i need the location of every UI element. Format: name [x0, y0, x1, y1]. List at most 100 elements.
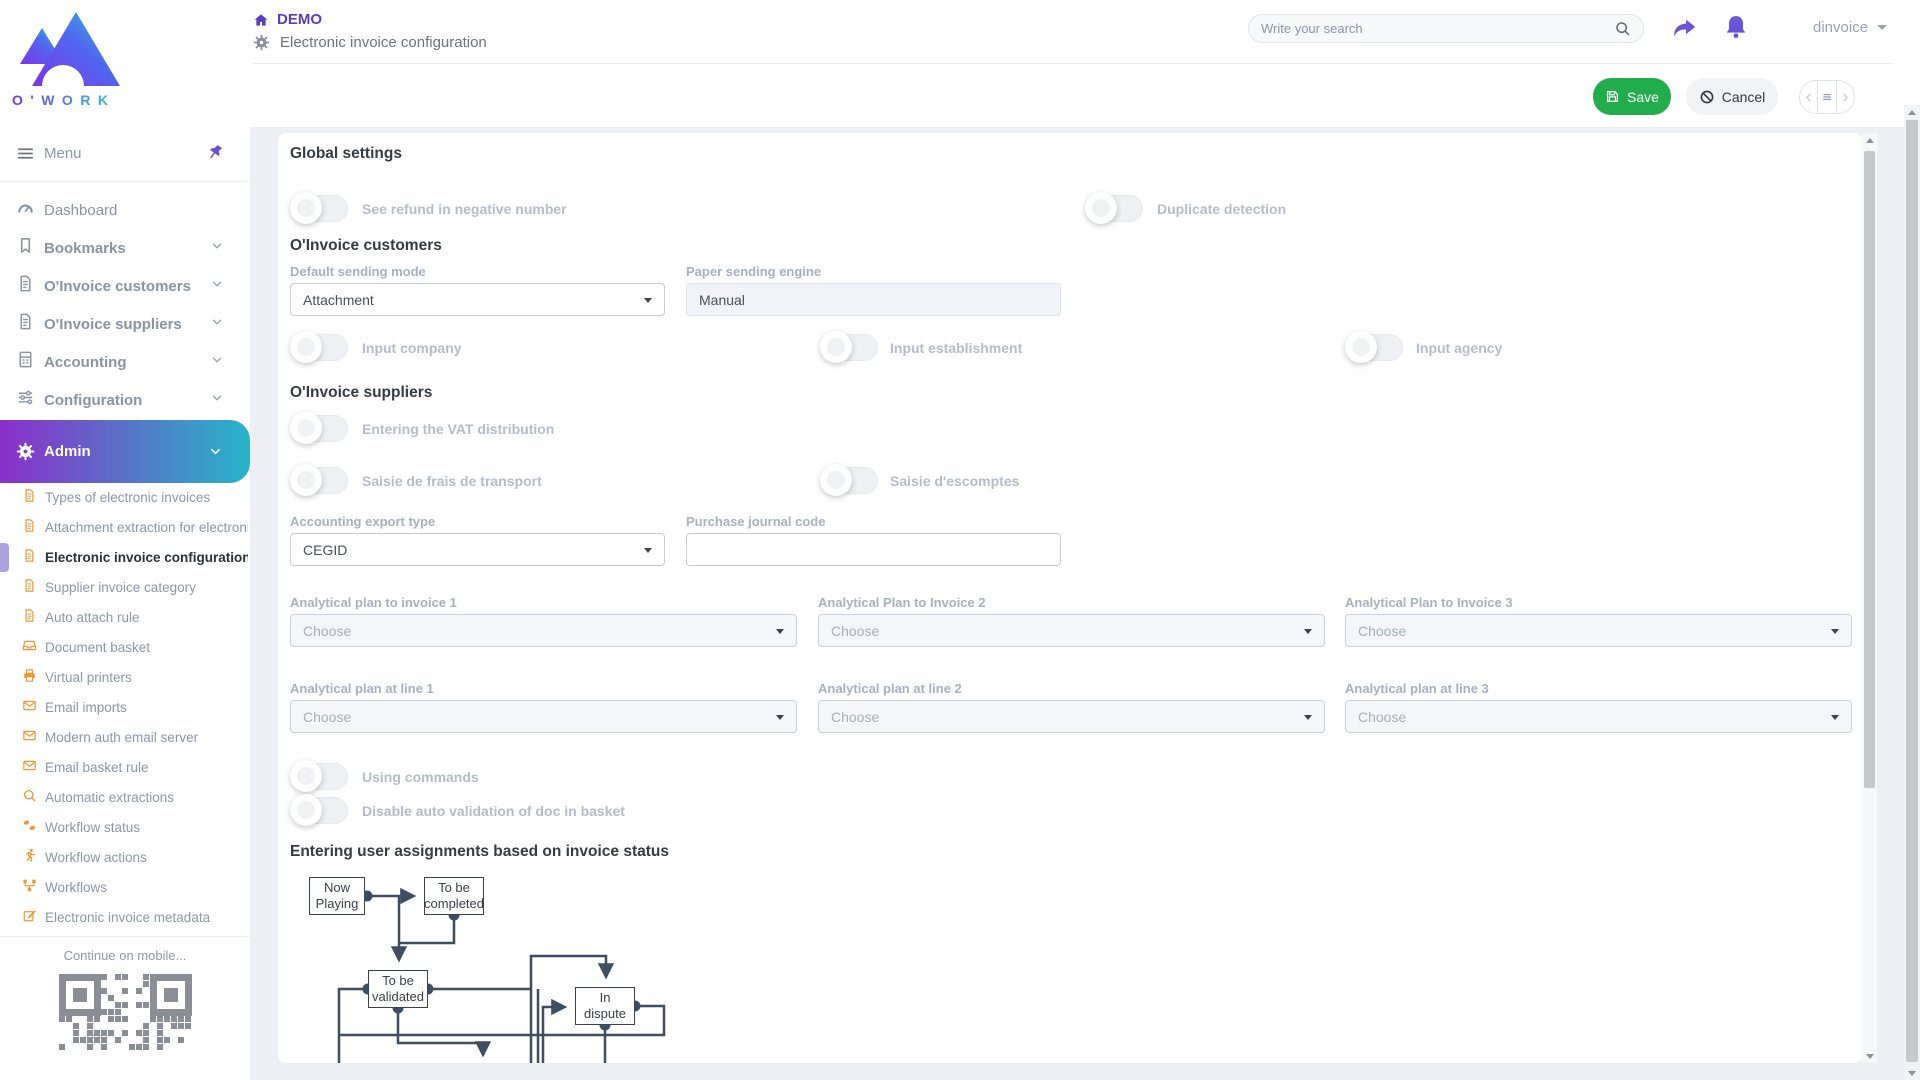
next-record-button[interactable] — [1837, 81, 1854, 113]
scrollbar-thumb[interactable] — [1864, 151, 1875, 788]
previous-record-button[interactable] — [1800, 81, 1817, 113]
transport-fees-toggle[interactable] — [292, 467, 348, 494]
using-commands-toggle[interactable] — [292, 763, 348, 790]
purchase-journal-code-input[interactable] — [686, 533, 1061, 566]
calculator-icon — [16, 350, 35, 374]
scroll-down-button[interactable] — [1904, 1066, 1920, 1080]
sidebar-item-bookmarks[interactable]: Bookmarks — [0, 229, 250, 267]
workflow-node-now-playing[interactable]: Now Playing — [309, 877, 365, 915]
default-sending-mode-select[interactable]: Attachment — [290, 283, 665, 316]
admin-item-electronic-invoice-configuration[interactable]: Electronic invoice configuration — [0, 543, 250, 572]
magnifier-icon — [22, 788, 37, 808]
cancel-button[interactable]: Cancel — [1686, 78, 1778, 115]
printer-icon — [22, 668, 37, 688]
pin-icon[interactable] — [206, 143, 224, 166]
input-agency-toggle[interactable] — [1347, 334, 1403, 361]
sidebar-item-configuration[interactable]: Configuration — [0, 381, 250, 419]
runner-icon — [22, 848, 37, 868]
scroll-down-button[interactable] — [1862, 1049, 1877, 1063]
brand-logo[interactable]: O'WORK — [12, 6, 128, 110]
analytical-plan-invoice-3-select[interactable]: Choose — [1345, 614, 1852, 647]
sidebar-item-oinvoice-customers[interactable]: O'Invoice customers — [0, 267, 250, 305]
edit-icon — [22, 908, 37, 928]
app-window: O'WORK Menu Dashboard Bookmarks O'Invoic… — [0, 0, 1920, 1080]
admin-item-workflow-status[interactable]: Workflow status — [0, 813, 250, 842]
select-caret-icon — [1831, 715, 1839, 720]
paper-sending-engine-input[interactable] — [686, 283, 1061, 316]
network-icon — [22, 878, 37, 898]
search-icon[interactable] — [1614, 20, 1631, 37]
footprints-icon — [22, 818, 37, 838]
admin-item-types-of-electronic-invoices[interactable]: Types of electronic invoices — [0, 483, 250, 512]
gear-icon — [253, 34, 270, 51]
qr-code — [57, 972, 194, 1057]
input-establishment-toggle[interactable] — [822, 334, 878, 361]
inbox-icon — [22, 638, 37, 658]
admin-item-automatic-extractions[interactable]: Automatic extractions — [0, 783, 250, 812]
section-title-workflow: Entering user assignments based on invoi… — [290, 843, 669, 861]
input-company-toggle[interactable] — [292, 334, 348, 361]
content-scrollbar — [1862, 133, 1877, 1063]
analytical-plan-line-1-select[interactable]: Choose — [290, 700, 797, 733]
search-input[interactable] — [1261, 21, 1614, 36]
sidebar-item-accounting[interactable]: Accounting — [0, 343, 250, 381]
disable-auto-validation-toggle[interactable] — [292, 797, 348, 824]
analytical-plan-line-3-select[interactable]: Choose — [1345, 700, 1852, 733]
admin-item-document-basket[interactable]: Document basket — [0, 633, 250, 662]
sidebar-item-dashboard[interactable]: Dashboard — [0, 191, 250, 229]
ban-icon — [1699, 89, 1715, 105]
vat-distribution-toggle[interactable] — [292, 415, 348, 442]
select-caret-icon — [1304, 715, 1312, 720]
admin-item-email-imports[interactable]: Email imports — [0, 693, 250, 722]
admin-item-virtual-printers[interactable]: Virtual printers — [0, 663, 250, 692]
workflow-node-in-dispute[interactable]: In dispute — [575, 987, 635, 1025]
admin-item-supplier-invoice-category[interactable]: Supplier invoice category — [0, 573, 250, 602]
analytical-plan-line-2-select[interactable]: Choose — [818, 700, 1325, 733]
analytical-plan-invoice-1-select[interactable]: Choose — [290, 614, 797, 647]
admin-item-modern-auth-email-server[interactable]: Modern auth email server — [0, 723, 250, 752]
chevron-down-icon — [210, 353, 224, 372]
select-caret-icon — [644, 548, 652, 553]
admin-item-email-basket-rule[interactable]: Email basket rule — [0, 753, 250, 782]
refund-negative-toggle[interactable] — [292, 195, 348, 222]
scroll-up-button[interactable] — [1862, 133, 1877, 147]
breadcrumb[interactable]: DEMO — [253, 11, 322, 28]
page-title: Electronic invoice configuration — [280, 34, 487, 51]
duplicate-detection-toggle[interactable] — [1087, 195, 1143, 222]
sidebar-item-oinvoice-suppliers[interactable]: O'Invoice suppliers — [0, 305, 250, 343]
admin-item-electronic-invoice-metadata[interactable]: Electronic invoice metadata — [0, 903, 250, 932]
admin-item-workflow-actions[interactable]: Workflow actions — [0, 843, 250, 872]
chevron-down-icon — [210, 391, 224, 410]
mobile-hint-label: Continue on mobile... — [0, 948, 250, 963]
admin-item-auto-attach-rule[interactable]: Auto attach rule — [0, 603, 250, 632]
discount-entry-toggle[interactable] — [822, 467, 878, 494]
floppy-icon — [1605, 89, 1620, 104]
workflow-node-to-be-completed[interactable]: To be completed — [424, 877, 484, 915]
admin-item-attachment-extraction[interactable]: Attachment extraction for electroni — [0, 513, 250, 542]
analytical-plan-invoice-2-select[interactable]: Choose — [818, 614, 1325, 647]
user-menu[interactable]: dinvoice — [1813, 19, 1887, 36]
page-title-row: Electronic invoice configuration — [253, 34, 487, 51]
workflow-node-to-be-validated[interactable]: To be validated — [368, 970, 428, 1008]
accounting-export-type-select[interactable]: CEGID — [290, 533, 665, 566]
file-icon — [22, 548, 37, 568]
file-icon — [16, 312, 35, 336]
chevron-down-icon — [210, 277, 224, 296]
chevron-down-icon — [208, 444, 223, 464]
scrollbar-thumb[interactable] — [1906, 120, 1918, 1062]
sidebar-item-admin[interactable]: Admin — [0, 420, 250, 483]
share-icon[interactable] — [1670, 14, 1698, 42]
record-list-button[interactable] — [1817, 81, 1836, 113]
bell-icon[interactable] — [1722, 13, 1750, 41]
topbar: DEMO Electronic invoice configuration di… — [250, 0, 1904, 127]
hamburger-icon — [16, 144, 35, 168]
admin-item-workflows[interactable]: Workflows — [0, 873, 250, 902]
scroll-up-button[interactable] — [1904, 105, 1920, 119]
sidebar-divider — [0, 181, 250, 182]
home-icon — [253, 12, 269, 28]
save-button[interactable]: Save — [1593, 78, 1671, 115]
record-pager — [1799, 80, 1855, 114]
header-divider — [253, 63, 1893, 64]
bookmark-icon — [16, 236, 35, 260]
sidebar-menu-header[interactable]: Menu — [0, 140, 250, 172]
